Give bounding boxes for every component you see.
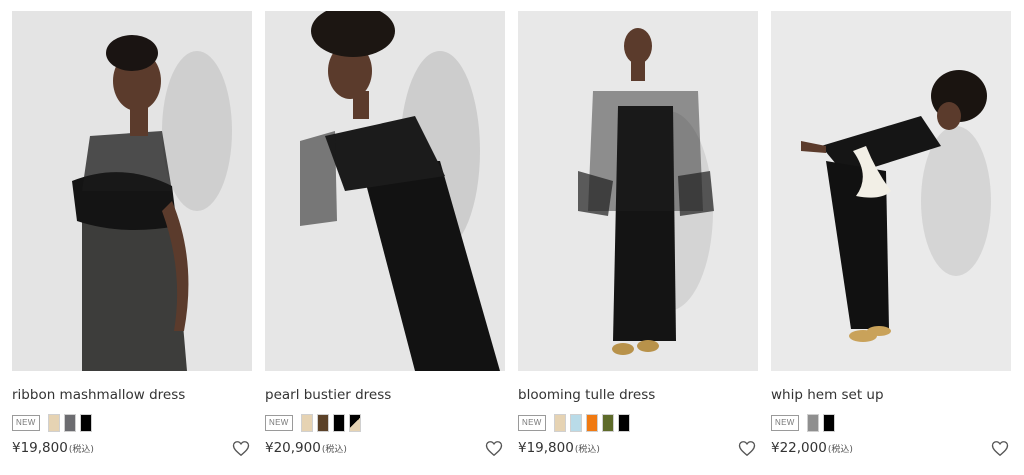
color-swatch[interactable] xyxy=(569,414,582,432)
product-photo[interactable] xyxy=(518,11,758,371)
model-photo-icon xyxy=(771,11,1011,371)
tax-label: (税込) xyxy=(574,445,600,455)
product-price: ¥22,000 xyxy=(771,440,827,456)
product-photo[interactable] xyxy=(265,11,505,371)
heart-icon[interactable] xyxy=(485,440,503,457)
product-card[interactable]: blooming tulle dress NEW ¥19,800 (税込) xyxy=(518,11,758,460)
product-photo[interactable] xyxy=(12,11,252,371)
product-price: ¥20,900 xyxy=(265,440,321,456)
new-badge: NEW xyxy=(771,415,799,431)
tax-label: (税込) xyxy=(321,445,347,455)
product-photo[interactable] xyxy=(771,11,1011,371)
new-badge: NEW xyxy=(12,415,40,431)
color-swatch[interactable] xyxy=(63,414,76,432)
product-meta: NEW xyxy=(12,413,252,433)
new-badge: NEW xyxy=(265,415,293,431)
product-name[interactable]: pearl bustier dress xyxy=(265,385,505,405)
model-photo-icon xyxy=(12,11,252,371)
tax-label: (税込) xyxy=(68,445,94,455)
color-swatch[interactable] xyxy=(300,414,313,432)
heart-icon[interactable] xyxy=(232,440,250,457)
new-badge: NEW xyxy=(518,415,546,431)
product-name[interactable]: blooming tulle dress xyxy=(518,385,758,405)
model-photo-icon xyxy=(518,11,758,371)
color-swatch[interactable] xyxy=(601,414,614,432)
color-swatch[interactable] xyxy=(348,414,361,432)
heart-icon[interactable] xyxy=(738,440,756,457)
color-swatch[interactable] xyxy=(822,414,835,432)
product-price: ¥19,800 xyxy=(518,440,574,456)
color-swatch[interactable] xyxy=(553,414,566,432)
product-meta: NEW xyxy=(771,413,1011,433)
product-price: ¥19,800 xyxy=(12,440,68,456)
heart-icon[interactable] xyxy=(991,440,1009,457)
price-row: ¥22,000 (税込) xyxy=(771,440,1011,460)
price-row: ¥19,800 (税込) xyxy=(12,440,252,460)
product-meta: NEW xyxy=(518,413,758,433)
model-photo-icon xyxy=(265,11,505,371)
color-swatch[interactable] xyxy=(585,414,598,432)
product-name[interactable]: whip hem set up xyxy=(771,385,1011,405)
product-card[interactable]: pearl bustier dress NEW ¥20,900 (税込) xyxy=(265,11,505,460)
color-swatch[interactable] xyxy=(79,414,92,432)
product-card[interactable]: ribbon mashmallow dress NEW ¥19,800 (税込) xyxy=(12,11,252,460)
product-meta: NEW xyxy=(265,413,505,433)
product-card[interactable]: whip hem set up NEW ¥22,000 (税込) xyxy=(771,11,1011,460)
color-swatch[interactable] xyxy=(332,414,345,432)
product-grid: ribbon mashmallow dress NEW ¥19,800 (税込) xyxy=(0,0,1024,475)
price-row: ¥19,800 (税込) xyxy=(518,440,758,460)
color-swatch[interactable] xyxy=(316,414,329,432)
color-swatch[interactable] xyxy=(617,414,630,432)
tax-label: (税込) xyxy=(827,445,853,455)
product-name[interactable]: ribbon mashmallow dress xyxy=(12,385,252,405)
price-row: ¥20,900 (税込) xyxy=(265,440,505,460)
color-swatch[interactable] xyxy=(806,414,819,432)
color-swatch[interactable] xyxy=(47,414,60,432)
